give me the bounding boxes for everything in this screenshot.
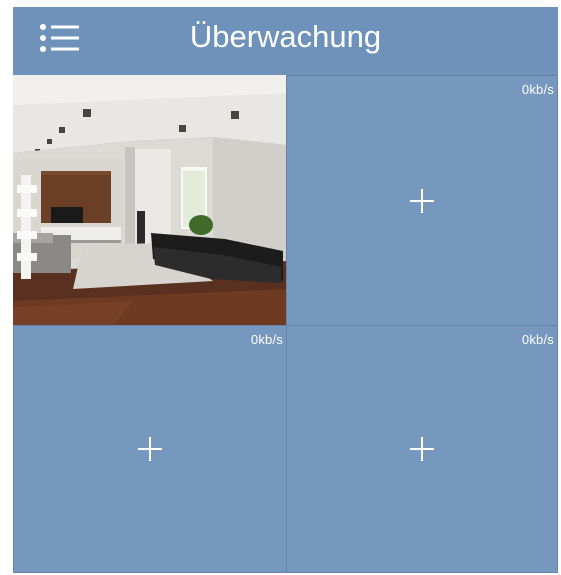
plus-icon[interactable] xyxy=(409,436,435,462)
page-title: Überwachung xyxy=(189,19,382,54)
camera-live-preview xyxy=(13,75,287,326)
app-window: Überwachung 0kb/s 0kb/s 0kb/s xyxy=(13,7,558,573)
plus-icon[interactable] xyxy=(409,188,435,214)
bitrate-label: 0kb/s xyxy=(250,332,283,347)
camera-tile-2[interactable]: 0kb/s xyxy=(286,75,558,326)
bitrate-label: 0kb/s xyxy=(521,82,554,97)
camera-grid: 0kb/s 0kb/s 0kb/s xyxy=(13,75,558,573)
camera-tile-1[interactable] xyxy=(13,75,287,326)
camera-tile-3[interactable]: 0kb/s xyxy=(13,325,287,573)
camera-tile-4[interactable]: 0kb/s xyxy=(286,325,558,573)
plus-icon[interactable] xyxy=(137,436,163,462)
bitrate-label: 0kb/s xyxy=(521,332,554,347)
top-bar: Überwachung xyxy=(13,7,558,75)
